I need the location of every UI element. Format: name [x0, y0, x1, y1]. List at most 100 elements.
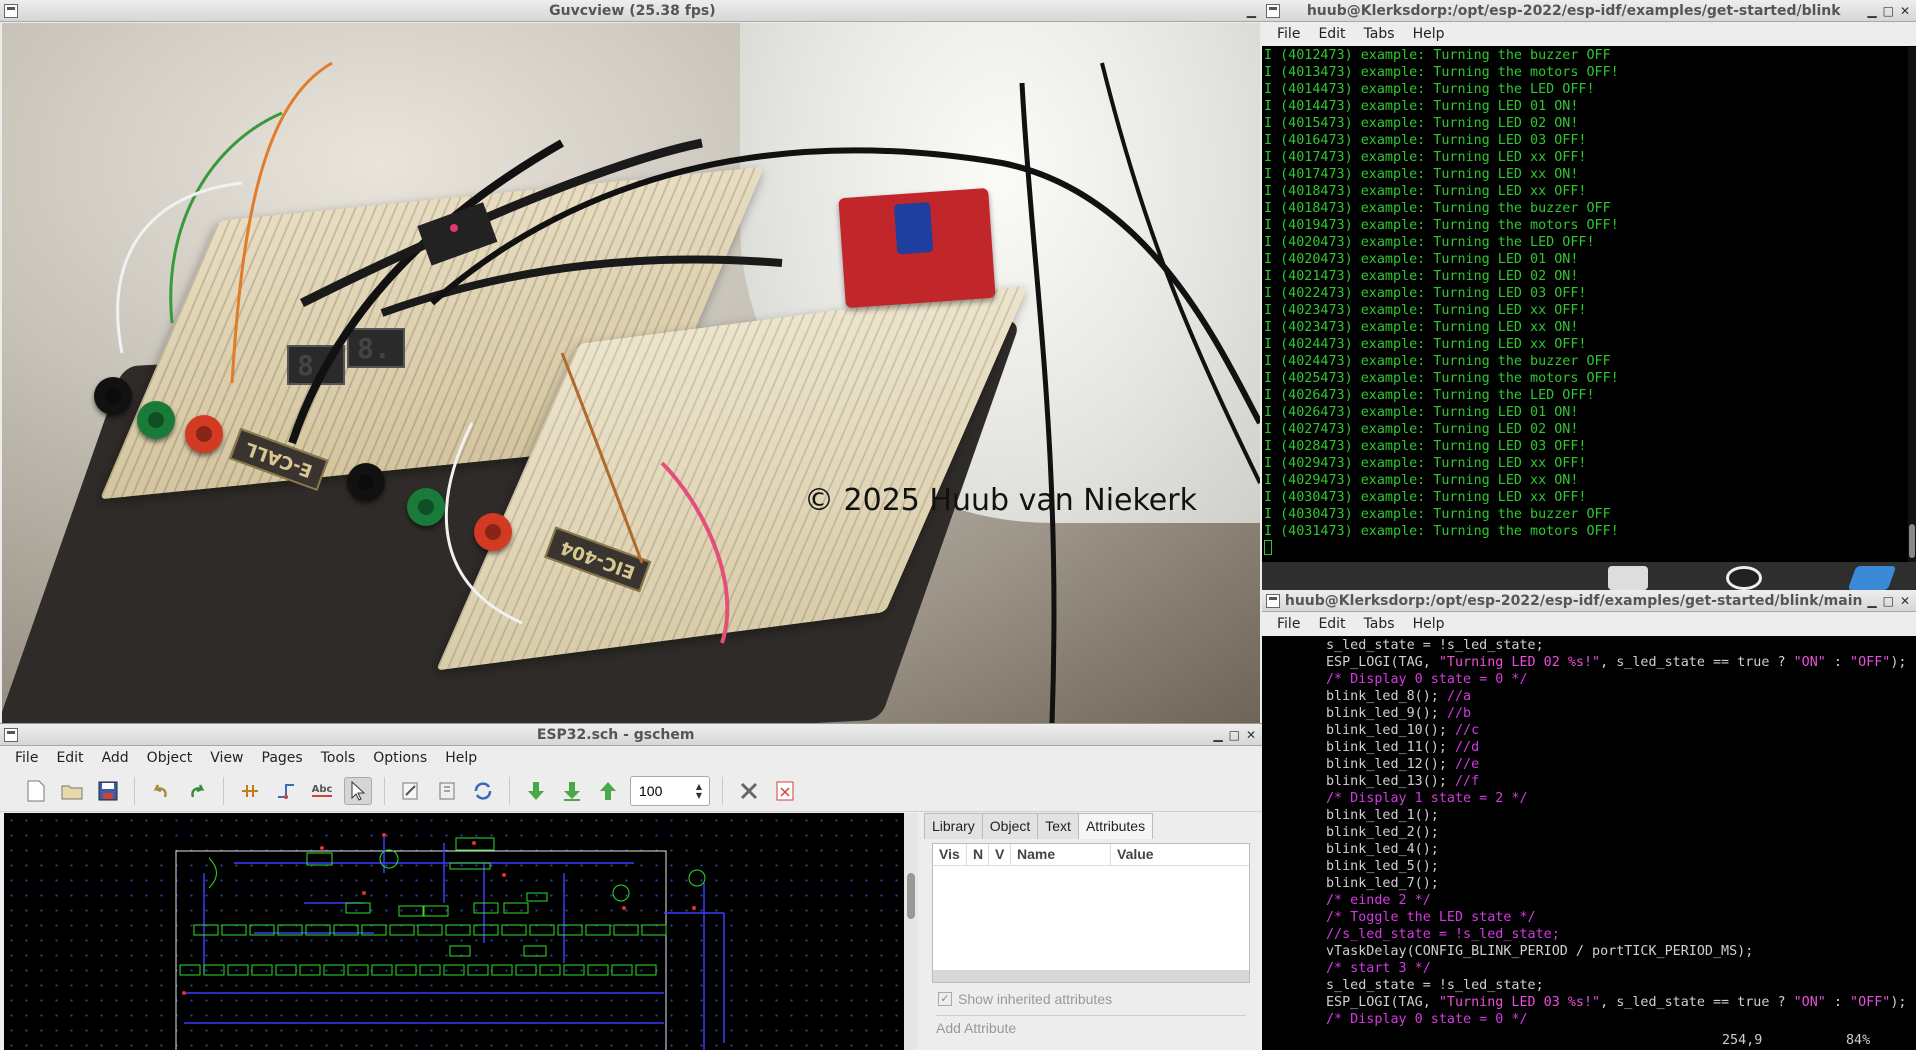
tab-library[interactable]: Library [924, 813, 983, 839]
minimize-icon[interactable]: ▁ [1247, 4, 1256, 18]
add-text-icon[interactable]: Abc [308, 777, 336, 805]
save-icon[interactable] [94, 777, 122, 805]
code-line: /* start 3 */ [1326, 960, 1916, 977]
code-line: ESP_LOGI(TAG, "Turning LED 03 %s!", s_le… [1326, 994, 1916, 1011]
hierarchy-down-symbol-icon[interactable] [558, 777, 586, 805]
desktop-clock-icon[interactable] [1726, 566, 1762, 590]
code-comment: /* Display 0 state = 0 */ [1326, 672, 1528, 687]
menu-add[interactable]: Add [93, 750, 138, 766]
edit-icon[interactable] [397, 777, 425, 805]
spin-down-icon[interactable]: ▼ [696, 791, 702, 800]
close-icon[interactable]: ✕ [1246, 728, 1256, 742]
close-page-icon[interactable] [771, 777, 799, 805]
terminal-app-icon [1266, 3, 1280, 18]
code-text: : [1825, 655, 1851, 670]
attributes-table[interactable]: Vis N V Name Value [932, 843, 1250, 983]
close-icon[interactable]: ✕ [1900, 4, 1910, 18]
menu-help[interactable]: Help [1404, 616, 1454, 632]
code-line: blink_led_5(); [1326, 858, 1916, 875]
code-line: blink_led_2(); [1326, 824, 1916, 841]
menu-object[interactable]: Object [138, 750, 202, 766]
gschem-app-icon [4, 727, 18, 742]
gschem-toolbar: Abc ▲▼ [0, 770, 1262, 812]
grid-size-spinner[interactable]: ▲▼ [630, 775, 710, 806]
menu-options[interactable]: Options [364, 750, 436, 766]
menu-help[interactable]: Help [1404, 26, 1454, 42]
terminal-output[interactable]: I (4012473) example: Turning the buzzer … [1262, 47, 1916, 562]
close-icon[interactable]: ✕ [1900, 594, 1910, 608]
log-line: I (4014473) example: Turning LED 01 ON! [1264, 99, 1579, 114]
undo-icon[interactable] [147, 777, 175, 805]
schematic-canvas[interactable] [4, 813, 904, 1050]
terminal-titlebar[interactable]: huub@Klerksdorp:/opt/esp-2022/esp-idf/ex… [1262, 0, 1916, 22]
spin-up-icon[interactable]: ▲ [696, 782, 702, 791]
tab-text[interactable]: Text [1037, 813, 1079, 839]
desktop-app-icon[interactable] [1847, 566, 1897, 590]
col-v[interactable]: V [989, 844, 1011, 865]
terminal-title: huub@Klerksdorp:/opt/esp-2022/esp-idf/ex… [1306, 2, 1841, 19]
code-line: /* Display 0 state = 0 */ [1326, 1011, 1916, 1028]
col-value[interactable]: Value [1111, 844, 1249, 865]
redo-icon[interactable] [183, 777, 211, 805]
menu-edit[interactable]: Edit [1309, 616, 1354, 632]
code-text: , s_led_state == true ? [1600, 995, 1794, 1010]
menu-file[interactable]: File [1268, 26, 1309, 42]
gschem-menubar: File Edit Add Object View Pages Tools Op… [0, 746, 1262, 770]
col-n[interactable]: N [967, 844, 989, 865]
code-line: s_led_state = !s_led_state; [1326, 637, 1916, 654]
menu-edit[interactable]: Edit [1309, 26, 1354, 42]
tab-attributes[interactable]: Attributes [1077, 813, 1154, 839]
open-folder-icon[interactable] [58, 777, 86, 805]
rotate-icon[interactable] [469, 777, 497, 805]
attributes-hscroll[interactable] [933, 970, 1249, 982]
code-comment: //e [1455, 757, 1480, 772]
tab-object[interactable]: Object [981, 813, 1039, 839]
menu-file[interactable]: File [6, 750, 47, 766]
minimize-icon[interactable]: ▁ [1867, 594, 1876, 608]
menu-edit[interactable]: Edit [47, 750, 92, 766]
menu-tools[interactable]: Tools [312, 750, 365, 766]
terminal-scrollbar[interactable] [1908, 47, 1916, 562]
add-net-icon[interactable] [272, 777, 300, 805]
vim-editor-buffer[interactable]: s_led_state = !s_led_state; ESP_LOGI(TAG,… [1262, 637, 1916, 1050]
guvcview-titlebar[interactable]: Guvcview (25.38 fps) ▁ [0, 0, 1262, 22]
menu-tabs[interactable]: Tabs [1355, 616, 1404, 632]
code-text: ESP_LOGI(TAG, [1326, 655, 1439, 670]
log-line: I (4020473) example: Turning the LED OFF… [1264, 235, 1595, 250]
options-tools-icon[interactable] [735, 777, 763, 805]
properties-panel: Library Object Text Attributes Vis N V N… [924, 813, 1258, 1050]
menu-pages[interactable]: Pages [253, 750, 312, 766]
canvas-scrollbar[interactable] [904, 813, 918, 1050]
code-text: blink_led_5(); [1326, 859, 1439, 874]
minimize-icon[interactable]: ▁ [1867, 4, 1876, 18]
desktop-truck-icon[interactable] [1608, 566, 1648, 590]
grid-size-input[interactable] [631, 782, 691, 799]
minimize-icon[interactable]: ▁ [1213, 728, 1222, 742]
maximize-icon[interactable]: □ [1883, 594, 1894, 608]
log-line: I (4024473) example: Turning LED xx OFF! [1264, 337, 1587, 352]
log-line: I (4031473) example: Turning the motors … [1264, 524, 1619, 539]
code-comment: //c [1455, 723, 1480, 738]
col-name[interactable]: Name [1011, 844, 1111, 865]
menu-help[interactable]: Help [436, 750, 486, 766]
new-file-icon[interactable] [22, 777, 50, 805]
hierarchy-down-icon[interactable] [522, 777, 550, 805]
menu-tabs[interactable]: Tabs [1355, 26, 1404, 42]
toolbar-separator [509, 776, 510, 805]
menu-file[interactable]: File [1268, 616, 1309, 632]
terminal-titlebar[interactable]: huub@Klerksdorp:/opt/esp-2022/esp-idf/ex… [1262, 590, 1916, 612]
checkbox-checked-icon[interactable]: ✓ [938, 992, 952, 1006]
select-mode-icon[interactable] [344, 776, 372, 805]
add-component-icon[interactable] [236, 777, 264, 805]
attributes-icon[interactable] [433, 777, 461, 805]
gschem-titlebar[interactable]: ESP32.sch - gschem ▁ □ ✕ [0, 724, 1262, 746]
hierarchy-up-icon[interactable] [594, 777, 622, 805]
log-line: I (4026473) example: Turning LED 01 ON! [1264, 405, 1579, 420]
maximize-icon[interactable]: □ [1883, 4, 1894, 18]
menu-view[interactable]: View [201, 750, 252, 766]
col-vis[interactable]: Vis [933, 844, 967, 865]
camera-preview: EIC-404 E-CALL © 2025 Huub van Niekerk [2, 23, 1260, 723]
maximize-icon[interactable]: □ [1229, 728, 1240, 742]
code-comment: /* Display 0 state = 0 */ [1326, 1012, 1528, 1027]
show-inherited-checkbox[interactable]: ✓ Show inherited attributes [938, 991, 1258, 1007]
